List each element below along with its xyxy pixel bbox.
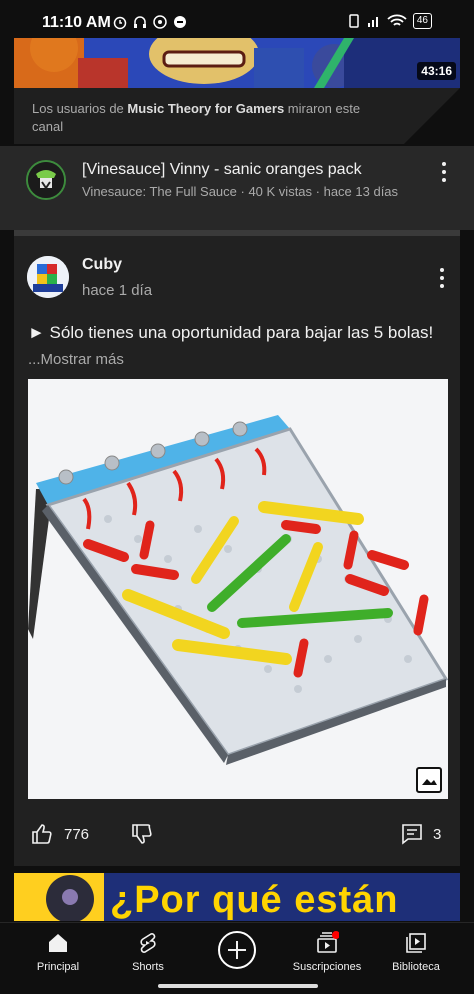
nav-library[interactable]: Biblioteca — [369, 931, 463, 973]
shelf-reason: Los usuarios de Music Theory for Gamers … — [14, 88, 460, 144]
vinesauce-logo-icon — [28, 162, 64, 198]
nav-subscriptions[interactable]: Suscripciones — [280, 931, 374, 973]
video-duration: 43:16 — [417, 62, 456, 80]
cuby-logo-icon — [27, 256, 69, 298]
post-menu-icon[interactable] — [434, 268, 450, 288]
create-button[interactable] — [218, 931, 256, 969]
vibrate-icon — [349, 14, 359, 28]
reason-channel: Music Theory for Gamers — [127, 101, 285, 116]
home-icon — [49, 934, 67, 952]
nav-home[interactable]: Principal — [11, 931, 105, 973]
alarm-icon — [113, 16, 127, 30]
video-list-item[interactable]: [Vinesauce] Vinny - sanic oranges pack V… — [0, 146, 474, 230]
plus-icon — [228, 941, 246, 959]
home-indicator — [158, 984, 318, 988]
post-author[interactable]: Cuby — [82, 256, 122, 274]
comment-icon[interactable] — [400, 822, 424, 846]
wifi-icon — [387, 14, 407, 26]
status-time: 11:10 AM — [42, 14, 111, 31]
subscriptions-icon — [317, 931, 339, 953]
video-title[interactable]: [Vinesauce] Vinny - sanic oranges pack — [82, 161, 362, 179]
headphones-icon — [134, 16, 146, 28]
author-avatar[interactable] — [27, 256, 69, 298]
thumbnail-art — [14, 38, 460, 88]
signal-icon — [367, 17, 378, 27]
video-menu-icon[interactable] — [436, 162, 452, 182]
shelf-corner — [404, 88, 460, 144]
whatsapp-icon — [153, 15, 167, 29]
marble-game-illustration — [28, 379, 448, 799]
battery-icon: 46 — [412, 13, 432, 29]
channel-avatar[interactable] — [26, 160, 66, 200]
next-thumbnail-text: ¿Por qué están — [110, 879, 399, 921]
post-date: hace 1 día — [82, 282, 153, 299]
comment-count: 3 — [433, 826, 442, 843]
status-bar: 11:10 AM 46 — [0, 0, 474, 38]
dislike-icon[interactable] — [130, 822, 154, 846]
show-more-link[interactable]: ...Mostrar más — [28, 351, 124, 368]
community-post: Cuby hace 1 día ► Sólo tienes una oportu… — [14, 236, 460, 866]
library-icon — [406, 933, 426, 953]
post-text: ► Sólo tienes una oportunidad para bajar… — [28, 323, 434, 368]
next-video-thumbnail[interactable]: ¿Por qué están — [14, 873, 460, 921]
location-icon — [174, 16, 186, 28]
image-gallery-icon[interactable] — [416, 767, 442, 793]
like-icon[interactable] — [30, 822, 54, 846]
nav-shorts[interactable]: Shorts — [101, 931, 195, 973]
shorts-icon — [140, 933, 156, 953]
video-thumbnail[interactable]: 43:16 — [14, 38, 460, 88]
video-meta: Vinesauce: The Full Sauce · 40 K vistas … — [82, 184, 399, 199]
like-count: 776 — [64, 826, 90, 843]
post-image[interactable] — [28, 379, 448, 799]
post-actions: 776 3 — [14, 818, 460, 852]
